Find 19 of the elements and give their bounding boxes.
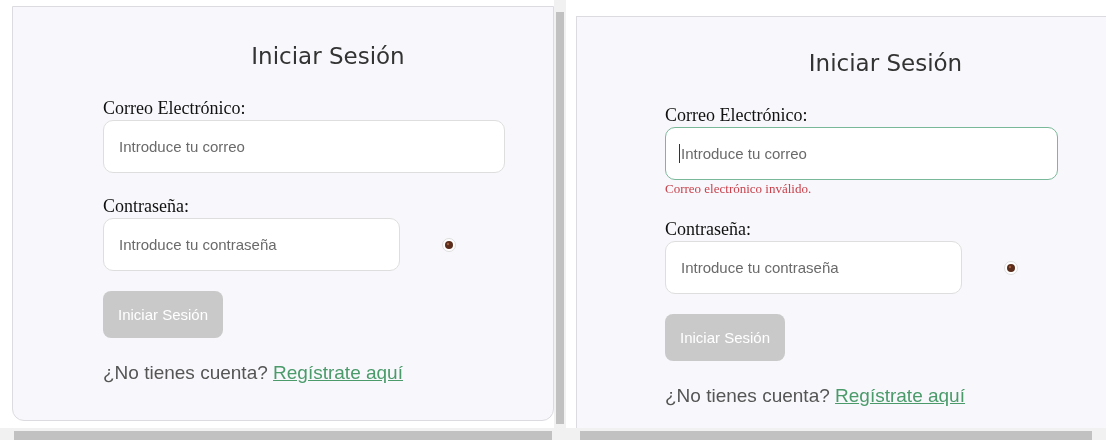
email-field[interactable]: Introduce tu correo — [665, 127, 1058, 180]
signup-prompt: ¿No tienes cuenta? Regístrate aquí — [103, 362, 403, 384]
error-message: Correo electrónico inválido. — [665, 182, 812, 196]
form-title: Iniciar Sesión — [250, 43, 406, 69]
eye-icon[interactable] — [1004, 260, 1018, 275]
form-title: Iniciar Sesión — [807, 50, 964, 76]
horizontal-scrollbar[interactable] — [566, 428, 1106, 440]
signup-prompt: ¿No tienes cuenta? Regístrate aquí — [665, 385, 965, 407]
field-label: Contraseña: — [103, 196, 189, 216]
vertical-scrollbar[interactable] — [554, 0, 566, 428]
password-field[interactable]: Introduce tu contraseña — [665, 241, 962, 294]
field-label: Contraseña: — [665, 219, 751, 239]
password-field[interactable]: Introduce tu contraseña — [103, 218, 400, 271]
field-label: Correo Electrónico: — [103, 98, 246, 118]
field-label: Correo Electrónico: — [665, 105, 808, 125]
eye-icon[interactable] — [442, 237, 456, 252]
horizontal-scrollbar[interactable] — [0, 428, 566, 440]
register-link[interactable]: Regístrate aquí — [273, 362, 403, 383]
register-link[interactable]: Regístrate aquí — [835, 385, 965, 406]
